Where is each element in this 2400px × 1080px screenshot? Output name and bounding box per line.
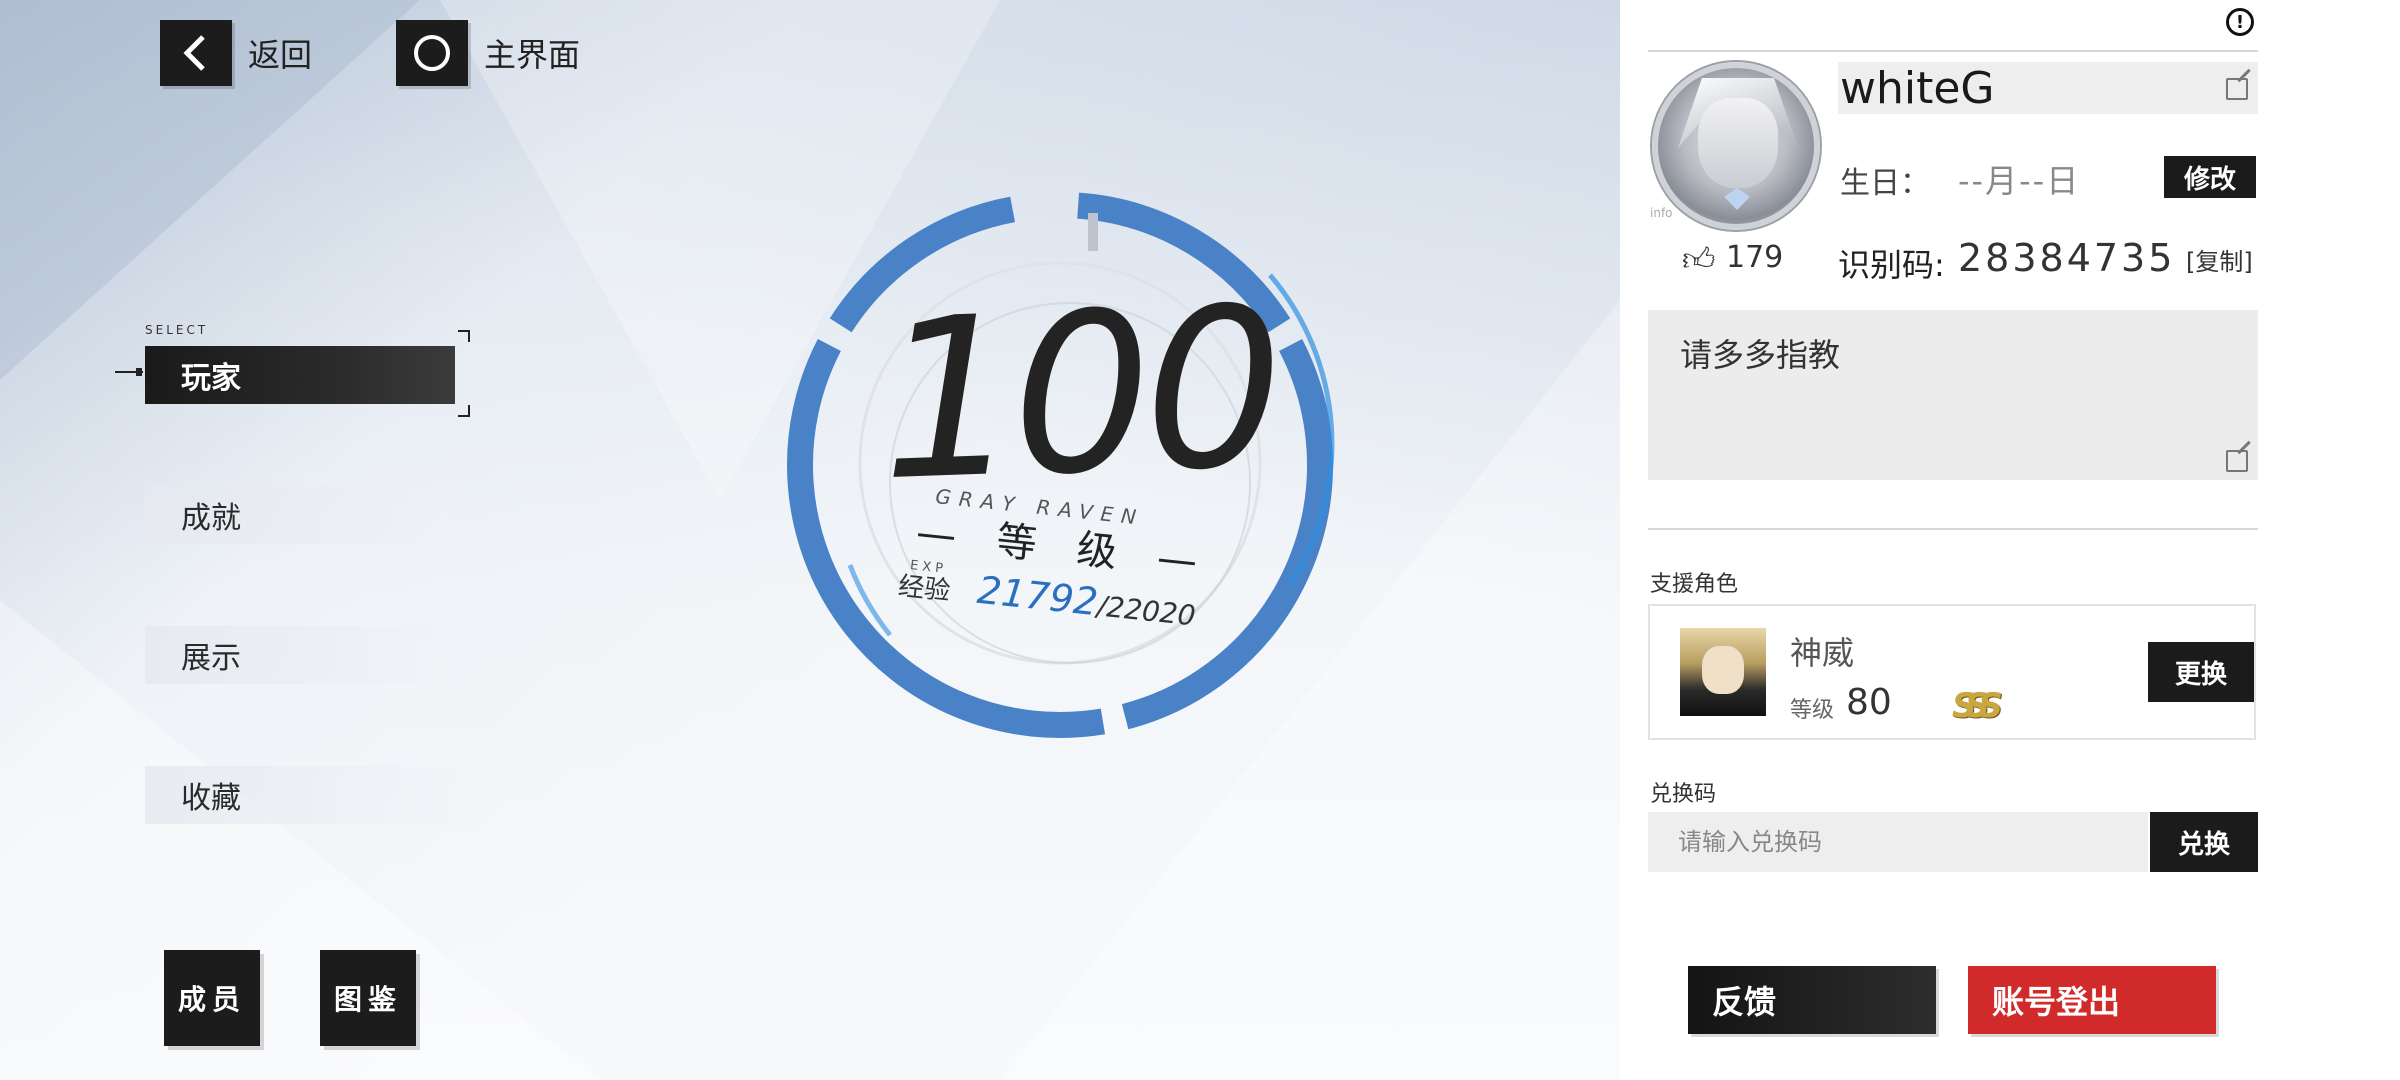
menu-item-showcase[interactable]: 展示 [145,626,455,684]
back-label: 返回 [248,36,313,74]
support-section-label: 支援角色 [1650,572,1739,597]
birthday-value: --月--日 [1958,162,2081,200]
player-name-field[interactable]: whiteG [1838,62,2258,114]
feedback-button[interactable]: 反馈 [1688,966,1936,1034]
birthday-label: 生日： [1840,166,1930,201]
home-label: 主界面 [484,36,581,74]
select-tag: SELECT [145,323,209,337]
exclamation-circle-icon[interactable]: ! [2226,8,2254,36]
id-label: 识别码: [1838,246,1945,284]
exp-key: 经验 [896,571,952,607]
player-avatar[interactable] [1652,62,1820,230]
support-avatar [1680,628,1766,716]
redeem-section-label: 兑换码 [1650,782,1717,807]
edit-icon[interactable] [2226,78,2248,100]
copy-id-button[interactable]: [复制] [2186,242,2253,277]
like-count: 179 [1726,240,1784,275]
menu-item-player[interactable]: 玩家 [145,346,455,404]
back-button[interactable]: 返回 [160,20,312,86]
codex-button[interactable]: 图鉴 [320,950,416,1046]
modify-birthday-button[interactable]: 修改 [2164,156,2256,198]
support-level-value: 80 [1846,682,1892,723]
divider [1648,528,2258,530]
player-name: whiteG [1840,62,1995,114]
chevron-left-icon [160,20,232,86]
thumbs-up-icon[interactable]: 👍︎ [1682,240,1715,279]
signature-field[interactable]: 请多多指教 [1648,310,2258,480]
support-level-key: 等级 [1790,698,1835,723]
signature-text: 请多多指教 [1680,336,1841,374]
bracket-corner [458,330,470,342]
edit-icon[interactable] [2226,450,2248,472]
support-rank-badge: SSS [1952,686,2003,726]
info-tag: info [1650,206,1673,220]
support-name: 神威 [1790,634,1855,672]
level-number: 100 [875,259,1281,530]
menu-item-achievements[interactable]: 成就 [145,486,455,544]
menu-item-collection[interactable]: 收藏 [145,766,455,824]
divider [1648,50,2258,52]
redeem-button[interactable]: 兑换 [2150,812,2258,872]
change-support-button[interactable]: 更换 [2148,642,2254,702]
logout-button[interactable]: 账号登出 [1968,966,2216,1034]
selection-marker-dot [136,368,142,376]
level-dial: 100 GRAY RAVEN — 等 级 — EXP 经验 21792/2202… [770,165,1350,765]
ring-icon [396,20,468,86]
bracket-corner [458,405,470,417]
members-button[interactable]: 成员 [164,950,260,1046]
home-button[interactable]: 主界面 [396,20,580,86]
redeem-code-input[interactable] [1648,812,2148,872]
id-value: 28384735 [1958,236,2176,280]
